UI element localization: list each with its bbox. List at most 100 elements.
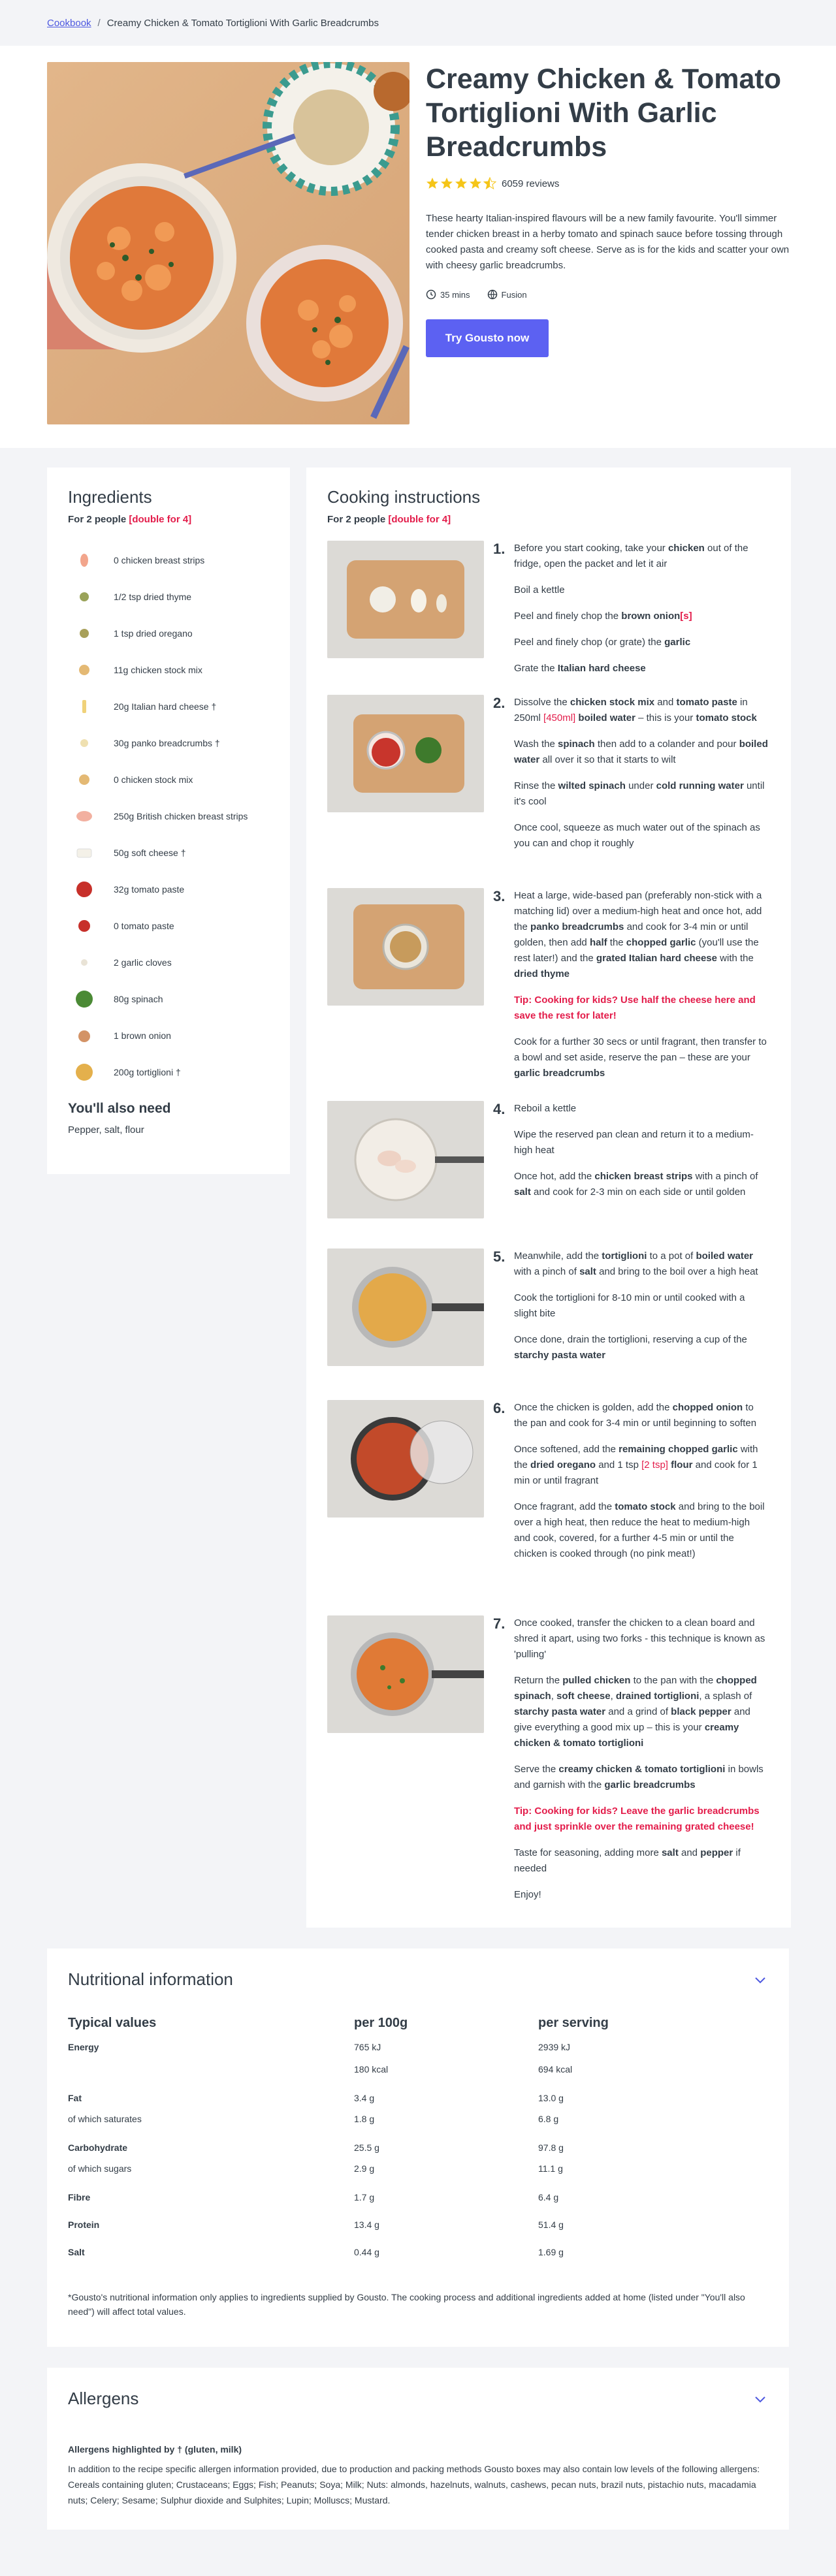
ingredient-label: 1/2 tsp dried thyme bbox=[114, 592, 192, 602]
nutrient-label: Protein bbox=[68, 2219, 100, 2230]
table-row: Carbohydrate 25.5 g 97.8 g bbox=[68, 2142, 768, 2163]
ingredients-panel: Ingredients For 2 people [double for 4] … bbox=[47, 468, 290, 1174]
step-text: Dissolve the chicken stock mix and tomat… bbox=[514, 697, 768, 849]
tomato-paste-icon bbox=[73, 878, 95, 900]
step-3: 3. Heat a large, wide-based pan (prefera… bbox=[327, 888, 770, 1101]
nutrient-value: 1.69 g bbox=[538, 2247, 564, 2257]
cheese-icon bbox=[73, 695, 95, 718]
list-item: 2 garlic cloves bbox=[68, 944, 269, 981]
nutrition-footnote: *Gousto's nutritional information only a… bbox=[68, 2292, 745, 2317]
nutrient-value: 694 kcal bbox=[538, 2064, 573, 2075]
recipe-title: Creamy Chicken & Tomato Tortiglioni With… bbox=[426, 63, 782, 163]
ingredient-label: 250g British chicken breast strips bbox=[114, 811, 248, 821]
allergens-text: In addition to the recipe specific aller… bbox=[68, 2464, 760, 2505]
stock-mix-icon bbox=[73, 659, 95, 681]
steps-list: 1. Before you start cooking, take your c… bbox=[327, 541, 770, 1916]
step-number: 4. bbox=[493, 1101, 506, 1117]
table-row: Energy 765 kJ 2939 kJ bbox=[68, 2042, 768, 2064]
nutrition-header[interactable]: Nutritional information bbox=[68, 1969, 768, 1990]
star-half-icon bbox=[483, 177, 496, 190]
chicken-strips-icon bbox=[73, 549, 95, 571]
nutrient-value: 25.5 g bbox=[354, 2142, 379, 2153]
nutrient-label: Energy bbox=[68, 2042, 99, 2052]
step-image bbox=[327, 888, 484, 1006]
try-gousto-button[interactable]: Try Gousto now bbox=[426, 319, 549, 357]
star-icon bbox=[470, 178, 481, 189]
servings-label: For 2 people bbox=[327, 514, 386, 525]
rating[interactable]: 6059 reviews bbox=[426, 177, 792, 190]
nutrient-value: 0.44 g bbox=[354, 2247, 379, 2257]
list-item: 32g tomato paste bbox=[68, 871, 269, 908]
ingredient-label: 0 chicken stock mix bbox=[114, 774, 193, 785]
step-6: 6. Once the chicken is golden, add the c… bbox=[327, 1400, 770, 1615]
ingredient-label: 50g soft cheese † bbox=[114, 848, 186, 858]
tomato-paste-icon bbox=[73, 915, 95, 937]
allergens-header[interactable]: Allergens bbox=[68, 2389, 768, 2409]
chevron-down-icon[interactable] bbox=[752, 1972, 768, 1988]
soft-cheese-icon bbox=[73, 842, 95, 864]
list-item: 200g tortiglioni † bbox=[68, 1054, 269, 1090]
step-5: 5. Meanwhile, add the tortiglioni to a p… bbox=[327, 1248, 770, 1400]
step-number: 7. bbox=[493, 1615, 506, 1632]
list-item: 20g Italian hard cheese † bbox=[68, 688, 269, 725]
ingredient-label: 0 tomato paste bbox=[114, 921, 174, 931]
table-row: of which saturates 1.8 g 6.8 g bbox=[68, 2114, 768, 2142]
ingredient-label: 20g Italian hard cheese † bbox=[114, 701, 217, 712]
nutrient-label: of which saturates bbox=[68, 2114, 142, 2124]
cooking-servings: For 2 people [double for 4] bbox=[327, 514, 770, 525]
nutrient-value: 2.9 g bbox=[354, 2163, 375, 2174]
servings-label: For 2 people bbox=[68, 514, 127, 525]
step-image bbox=[327, 1400, 484, 1518]
double-servings-note: [double for 4] bbox=[388, 514, 451, 525]
chicken-breast-icon bbox=[73, 805, 95, 827]
nutrient-value: 765 kJ bbox=[354, 2042, 381, 2052]
step-image bbox=[327, 695, 484, 812]
nutrition-title: Nutritional information bbox=[68, 1969, 233, 1989]
list-item: 1/2 tsp dried thyme bbox=[68, 579, 269, 615]
col-header-per-serving: per serving bbox=[538, 2016, 609, 2030]
step-number: 5. bbox=[493, 1248, 506, 1265]
breadcrumb-current: Creamy Chicken & Tomato Tortiglioni With… bbox=[106, 17, 379, 29]
star-icon bbox=[426, 178, 438, 189]
ingredient-label: 32g tomato paste bbox=[114, 884, 185, 895]
col-header-typical: Typical values bbox=[68, 2016, 157, 2030]
nutrient-value: 1.7 g bbox=[354, 2192, 375, 2202]
thyme-icon bbox=[73, 586, 95, 608]
also-need-text: Pepper, salt, flour bbox=[68, 1124, 144, 1136]
list-item: 1 brown onion bbox=[68, 1017, 269, 1054]
ingredient-label: 2 garlic cloves bbox=[114, 957, 172, 968]
nutrient-value: 2939 kJ bbox=[538, 2042, 571, 2052]
step-text: Reboil a kettle Wipe the reserved pan cl… bbox=[514, 1103, 758, 1198]
nutrient-value: 51.4 g bbox=[538, 2219, 564, 2230]
ingredients-title: Ingredients bbox=[68, 487, 152, 507]
nutrient-value: 13.4 g bbox=[354, 2219, 379, 2230]
nutrition-table: Typical values per 100g per serving Ener… bbox=[68, 2016, 768, 2268]
nutrient-value: 97.8 g bbox=[538, 2142, 564, 2153]
list-item: 80g spinach bbox=[68, 981, 269, 1017]
step-2: 2. Dissolve the chicken stock mix and to… bbox=[327, 695, 770, 888]
pasta-icon bbox=[73, 1061, 95, 1083]
table-row: Protein 13.4 g 51.4 g bbox=[68, 2219, 768, 2247]
step-image bbox=[327, 541, 484, 658]
spinach-icon bbox=[73, 988, 95, 1010]
nutrient-label: Fat bbox=[68, 2093, 82, 2103]
table-row: Salt 0.44 g 1.69 g bbox=[68, 2247, 768, 2268]
cooking-panel: Cooking instructions For 2 people [doubl… bbox=[306, 468, 791, 1928]
ingredient-label: 30g panko breadcrumbs † bbox=[114, 738, 220, 748]
chevron-down-icon[interactable] bbox=[752, 2391, 768, 2407]
breadcrumb-cookbook-link[interactable]: Cookbook bbox=[47, 18, 91, 29]
reviews-count: 6059 reviews bbox=[502, 178, 560, 189]
table-row: Fat 3.4 g 13.0 g bbox=[68, 2093, 768, 2114]
nutrient-value: 1.8 g bbox=[354, 2114, 375, 2124]
table-header: Typical values per 100g per serving bbox=[68, 2016, 768, 2042]
nutrient-label: Carbohydrate bbox=[68, 2142, 128, 2153]
nutrient-label: Fibre bbox=[68, 2192, 91, 2202]
allergens-card: Allergens Allergens highlighted by † (gl… bbox=[47, 2368, 789, 2530]
step-1: 1. Before you start cooking, take your c… bbox=[327, 541, 770, 695]
step-text: Before you start cooking, take your chic… bbox=[514, 543, 748, 674]
ingredients-list: 0 chicken breast strips 1/2 tsp dried th… bbox=[68, 542, 269, 1090]
list-item: 30g panko breadcrumbs † bbox=[68, 725, 269, 761]
nutrient-value: 6.4 g bbox=[538, 2192, 559, 2202]
step-text: Once the chicken is golden, add the chop… bbox=[514, 1402, 765, 1559]
step-number: 6. bbox=[493, 1400, 506, 1416]
